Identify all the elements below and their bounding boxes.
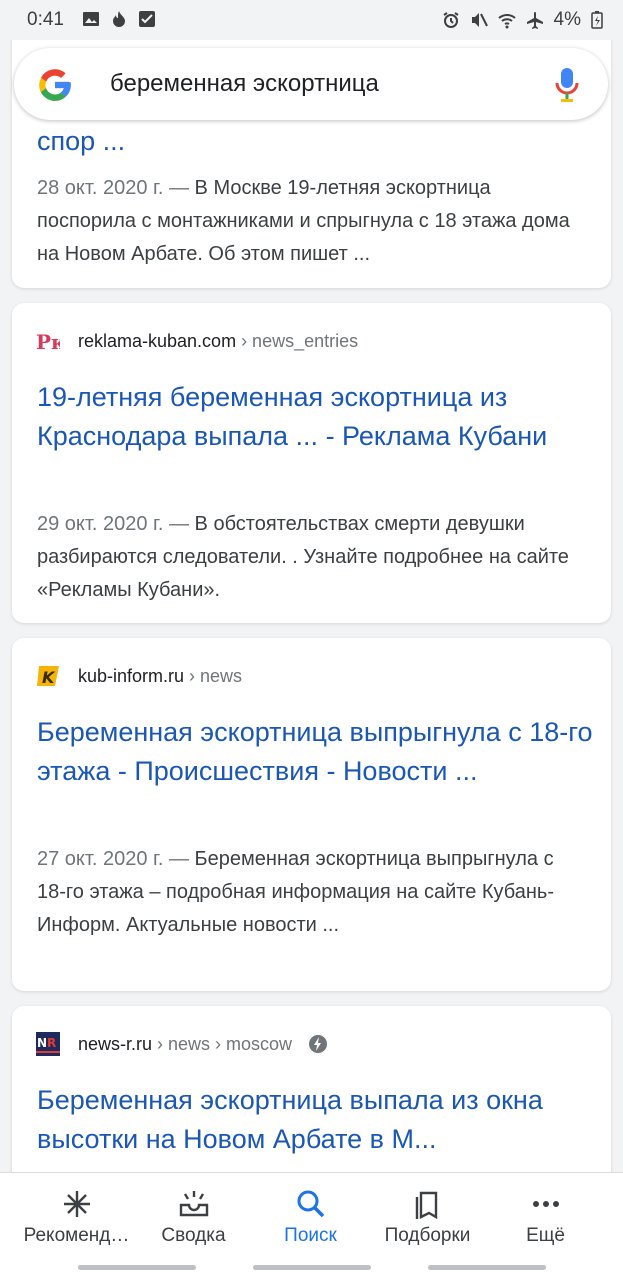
nav-label: Поиск [284, 1225, 337, 1246]
search-icon [297, 1190, 324, 1218]
nav-handle [428, 1265, 546, 1270]
nav-more[interactable]: Ещё [483, 1173, 608, 1263]
rk-logo-icon: Рк [36, 330, 60, 353]
nav-label: Рекоменд… [23, 1225, 130, 1246]
result-card[interactable]: N R news-r.ru › news › moscow Беременная… [12, 1006, 611, 1172]
mic-icon[interactable] [554, 66, 580, 104]
search-input[interactable]: беременная эскортница [110, 70, 379, 98]
wifi-icon [497, 14, 516, 29]
results-list: спор ... 28 окт. 2020 г. — В Москве 19-л… [0, 0, 623, 1172]
result-title[interactable]: 19-летняя беременная эскортница из Красн… [37, 378, 597, 456]
result-source[interactable]: Рк reklama-kuban.com › news_entries [36, 329, 358, 353]
result-snippet: 28 окт. 2020 г. — В Москве 19-летняя эск… [37, 172, 587, 271]
svg-text:K: K [42, 668, 56, 687]
result-snippet: 27 окт. 2020 г. — Беременная эскортница … [37, 843, 587, 942]
result-date: 29 окт. 2020 г. — [37, 513, 189, 535]
nav-label: Подборки [384, 1225, 471, 1246]
status-right: 4% [442, 9, 603, 31]
notification-icons [82, 10, 156, 28]
result-title[interactable]: спор ... [37, 122, 597, 161]
battery-charging-icon [591, 11, 603, 29]
nav-discover[interactable]: Рекоменд… [14, 1173, 139, 1263]
nav-label: Сводка [161, 1225, 226, 1246]
result-card[interactable]: K kub-inform.ru › news Беременная эскорт… [12, 638, 611, 991]
checkbox-icon [139, 11, 155, 27]
result-path: › news › moscow [157, 1033, 293, 1054]
nav-search[interactable]: Поиск [248, 1173, 373, 1263]
google-logo-icon [39, 69, 71, 101]
image-icon [83, 12, 99, 26]
result-card[interactable]: Рк reklama-kuban.com › news_entries 19-л… [12, 303, 611, 623]
result-site: news-r.ru [78, 1033, 153, 1054]
nav-updates[interactable]: Сводка [131, 1173, 256, 1263]
result-path: › news [189, 665, 243, 686]
k-logo-icon: K [37, 666, 59, 687]
mute-icon [471, 13, 488, 27]
amp-icon [309, 1035, 328, 1053]
result-path: › news_entries [241, 330, 359, 351]
alarm-icon [442, 12, 459, 28]
sparkle-icon [63, 1191, 90, 1217]
result-source[interactable]: K kub-inform.ru › news [36, 664, 242, 688]
more-icon [532, 1201, 559, 1207]
nav-handle [253, 1265, 371, 1270]
result-source[interactable]: N R news-r.ru › news › moscow [36, 1032, 328, 1056]
result-title[interactable]: Беременная эскортница выпрыгнула с 18-го… [37, 713, 597, 791]
nav-collections[interactable]: Подборки [365, 1173, 490, 1263]
nr-logo-icon: N R [36, 1032, 60, 1056]
svg-text:Рк: Рк [36, 330, 60, 353]
flame-icon [113, 11, 125, 27]
result-snippet: 29 окт. 2020 г. — В обстоятельствах смер… [37, 508, 587, 607]
status-time: 0:41 [27, 9, 64, 30]
airplane-icon [526, 12, 543, 29]
result-date: 28 окт. 2020 г. — [37, 177, 189, 199]
svg-text:R: R [47, 1036, 56, 1050]
nav-label: Ещё [526, 1225, 565, 1246]
search-bar[interactable]: беременная эскортница [14, 48, 608, 120]
svg-text:N: N [37, 1036, 47, 1050]
nav-handle [78, 1265, 196, 1270]
inbox-icon [179, 1191, 208, 1217]
status-bar: 0:41 4% [0, 0, 623, 40]
result-date: 27 окт. 2020 г. — [37, 848, 189, 870]
result-site: reklama-kuban.com [78, 330, 237, 351]
result-site: kub-inform.ru [78, 665, 185, 686]
battery-percent: 4% [553, 9, 581, 30]
collections-icon [415, 1191, 437, 1220]
result-title[interactable]: Беременная эскортница выпала из окна выс… [37, 1081, 597, 1159]
